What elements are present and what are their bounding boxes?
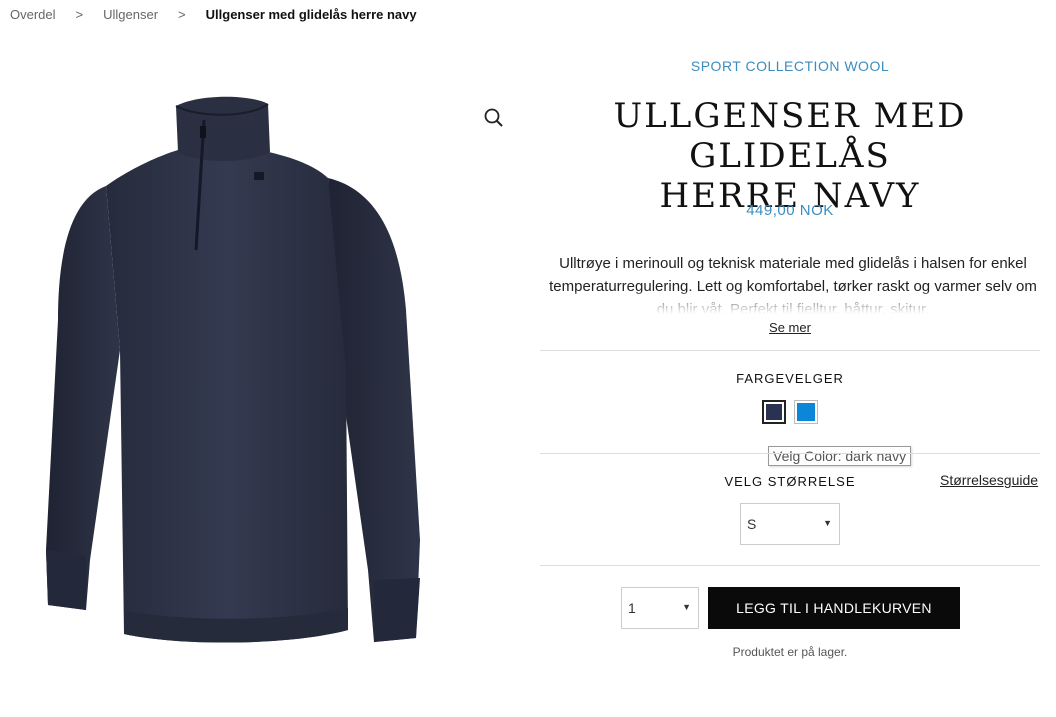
size-select[interactable]: S ▼	[740, 503, 840, 545]
breadcrumb-separator: >	[178, 7, 186, 22]
size-guide-link[interactable]: Størrelsesguide	[940, 472, 1038, 488]
quantity-value: 1	[628, 600, 636, 616]
color-picker-label: FARGEVELGER	[736, 371, 844, 386]
color-swatches	[762, 400, 818, 424]
divider	[540, 565, 1040, 566]
breadcrumb-link-overdel[interactable]: Overdel	[10, 7, 56, 22]
breadcrumb: Overdel > Ullgenser > Ullgenser med glid…	[10, 7, 417, 22]
divider	[540, 350, 1040, 351]
add-to-cart-button[interactable]: LEGG TIL I HANDLEKURVEN	[708, 587, 960, 629]
color-swatch-dark-navy[interactable]	[762, 400, 786, 424]
see-more-link[interactable]: Se mer	[769, 320, 811, 335]
swatch-fill	[766, 404, 782, 420]
product-image[interactable]	[28, 90, 448, 660]
stock-status: Produktet er på lager.	[732, 645, 848, 659]
product-title-line1: ULLGENSER MED GLIDELÅS	[613, 96, 967, 176]
breadcrumb-separator: >	[75, 7, 84, 22]
description-fade	[546, 292, 1040, 314]
collection-label: SPORT COLLECTION WOOL	[690, 58, 890, 74]
product-price: 449,00 NOK	[746, 202, 834, 219]
breadcrumb-link-ullgenser[interactable]: Ullgenser	[103, 7, 158, 22]
zoom-icon[interactable]	[482, 106, 506, 130]
breadcrumb-current: Ullgenser med glidelås herre navy	[205, 7, 417, 22]
product-title: ULLGENSER MED GLIDELÅS HERRE NAVY	[540, 96, 1040, 216]
chevron-down-icon: ▼	[682, 602, 691, 612]
swatch-fill	[797, 403, 815, 421]
description-container: Ulltrøye i merinoull og teknisk material…	[546, 252, 1040, 314]
color-swatch-blue[interactable]	[794, 400, 818, 424]
navy-zip-sweater-image	[46, 96, 420, 643]
see-more-container: Se mer	[540, 320, 1040, 335]
quantity-select[interactable]: 1 ▼	[621, 587, 699, 629]
divider	[540, 453, 1040, 454]
chevron-down-icon: ▼	[823, 518, 832, 528]
size-select-value: S	[747, 516, 757, 532]
color-tooltip: Velg Color: dark navy	[768, 446, 912, 466]
